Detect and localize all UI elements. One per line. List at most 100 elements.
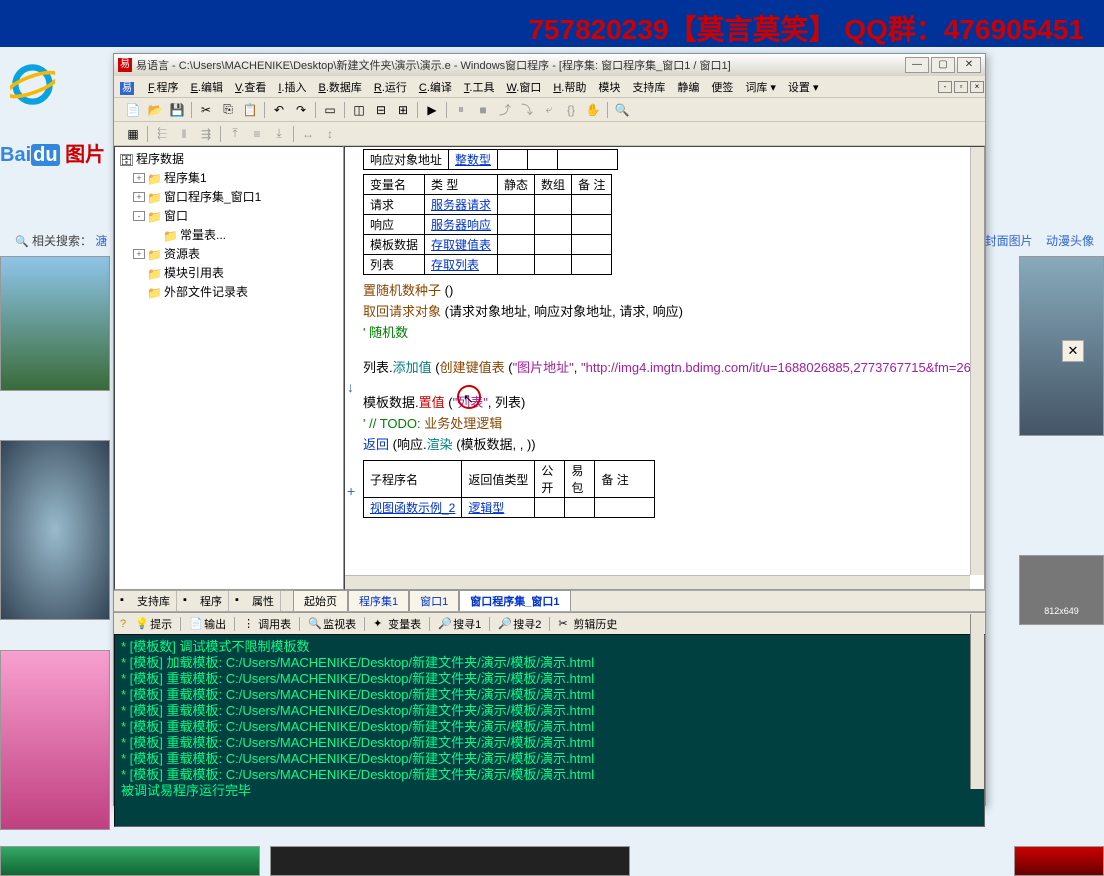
layout1-icon[interactable]: ◫ [349,100,369,120]
cut-icon[interactable]: ✂ [196,100,216,120]
menu-item[interactable]: 设置 ▾ [782,77,825,97]
baidu-bai: Bai [0,144,31,166]
console-tab[interactable]: ✂剪辑历史 [552,614,623,634]
close-panel-button[interactable]: ✕ [1062,340,1084,362]
menu-item[interactable]: R.运行 [368,77,413,97]
undo-icon[interactable]: ↶ [269,100,289,120]
tree-item[interactable]: +📁窗口程序集_窗口1 [117,187,341,206]
bg-image[interactable] [0,440,110,620]
hand-icon[interactable]: ✋ [583,100,603,120]
sub-name[interactable]: 视图函数示例_2 [364,498,462,518]
tree-item[interactable]: 📁模块引用表 [117,263,341,282]
link-cover[interactable]: 封面图片 [985,234,1033,248]
tree-item[interactable]: 📁常量表... [117,225,341,244]
bg-image[interactable] [270,846,630,876]
type-link[interactable]: 服务器请求 [425,195,498,215]
table-row[interactable]: 列表存取列表 [364,255,612,275]
expand-icon[interactable]: + [133,249,145,259]
menu-item[interactable]: 便签 [705,77,739,97]
console-tab[interactable]: 🔍监视表 [302,614,362,634]
table-row[interactable]: 响应服务器响应 [364,215,612,235]
menu-item[interactable]: V.查看 [229,77,272,97]
menu-item[interactable]: W.窗口 [500,77,547,97]
find-icon[interactable]: 🔍 [612,100,632,120]
new-icon[interactable]: 📄 [123,100,143,120]
menu-item[interactable]: F.程序 [142,77,185,97]
type-link[interactable]: 存取列表 [425,255,498,275]
table-row[interactable]: 模板数据存取键值表 [364,235,612,255]
console-tab[interactable]: 📄输出 [183,614,232,634]
table-row[interactable]: 请求服务器请求 [364,195,612,215]
bg-image[interactable] [0,650,110,830]
titlebar[interactable]: 易 易语言 - C:\Users\MACHENIKE\Desktop\新建文件夹… [114,54,985,76]
console-scrollbar[interactable] [970,614,984,789]
ie-icon[interactable] [10,62,55,107]
menu-item[interactable]: H.帮助 [547,77,592,97]
tab-icon: 💡 [135,617,148,630]
menu-item[interactable]: 模块 [592,77,626,97]
help-icon[interactable]: ? [120,618,126,630]
type-link[interactable]: 服务器响应 [425,215,498,235]
console-tab[interactable]: 💡提示 [129,614,178,634]
window-icon[interactable]: ▭ [320,100,340,120]
console-tab[interactable]: 🔎搜寻1 [432,614,487,634]
minimize-button[interactable]: — [905,57,929,73]
type-link[interactable]: 整数型 [449,150,498,170]
close-button[interactable]: ✕ [957,57,981,73]
sub-type[interactable]: 逻辑型 [462,498,535,518]
console-tab[interactable]: 🔎搜寻2 [492,614,547,634]
panel-tab[interactable]: ▪支持库 [114,591,177,611]
copy-icon[interactable]: ⎘ [218,100,238,120]
bg-image[interactable] [1014,846,1104,876]
bg-image[interactable] [0,846,260,876]
expand-icon[interactable]: + [133,173,145,183]
mdi-restore-icon[interactable]: ▫ [954,81,968,93]
layout3-icon[interactable]: ⊞ [393,100,413,120]
expand-icon[interactable]: - [133,211,145,221]
run-icon[interactable]: ▶ [422,100,442,120]
code-editor[interactable]: 响应对象地址整数型 变量名类 型静态数组备 注 请求服务器请求响应服务器响应模板… [344,146,985,590]
bg-image[interactable] [0,256,110,391]
expand-icon[interactable]: + [133,192,145,202]
console-tab[interactable]: ✦变量表 [367,614,427,634]
save-icon[interactable]: 💾 [167,100,187,120]
menu-item[interactable]: T.工具 [458,77,501,97]
tree-root[interactable]: 🗄 程序数据 [117,149,341,168]
code-tab[interactable]: 窗口1 [409,590,459,611]
code-tab[interactable]: 窗口程序集_窗口1 [459,590,570,611]
mdi-close-icon[interactable]: × [970,81,984,93]
mdi-minimize-icon[interactable]: - [938,81,952,93]
menu-item[interactable]: B.数据库 [312,77,367,97]
menu-item[interactable]: 支持库 [626,77,671,97]
tree-item[interactable]: +📁程序集1 [117,168,341,187]
tree-item[interactable]: +📁资源表 [117,244,341,263]
menu-item[interactable]: C.编译 [413,77,458,97]
panel-tab[interactable]: ▪程序 [177,591,229,611]
menu-item[interactable]: I.插入 [272,77,312,97]
code-tab[interactable]: 程序集1 [348,590,409,611]
menu-item[interactable]: 词库 ▾ [739,77,782,97]
bg-image[interactable]: 812x649 [1019,555,1104,625]
panel-tab[interactable]: ▪属性 [229,591,281,611]
tree-item[interactable]: 📁外部文件记录表 [117,282,341,301]
code-tab[interactable]: 起始页 [293,590,348,611]
grid-icon[interactable]: ▦ [123,124,143,144]
layout2-icon[interactable]: ⊟ [371,100,391,120]
link-anime[interactable]: 动漫头像 [1046,234,1094,248]
vertical-scrollbar[interactable] [970,147,984,575]
menu-item[interactable]: 静编 [671,77,705,97]
tree-item[interactable]: -📁窗口 [117,206,341,225]
horizontal-scrollbar[interactable] [345,575,970,589]
plus-icon[interactable]: + [347,483,355,499]
redo-icon[interactable]: ↷ [291,100,311,120]
paste-icon[interactable]: 📋 [240,100,260,120]
type-link[interactable]: 存取键值表 [425,235,498,255]
console-tab[interactable]: ⋮调用表 [237,614,297,634]
maximize-button[interactable]: ▢ [931,57,955,73]
output-console[interactable]: * [模板数] 调试模式不限制模板数* [模板] 加载模板: C:/Users/… [114,634,985,827]
project-tree[interactable]: 🗄 程序数据 +📁程序集1+📁窗口程序集_窗口1-📁窗口📁常量表...+📁资源表… [114,146,344,590]
var-table: 变量名类 型静态数组备 注 请求服务器请求响应服务器响应模板数据存取键值表列表存… [363,174,612,275]
baidu-logo[interactable]: Baidu 图片 [0,138,105,167]
menu-item[interactable]: E.编辑 [185,77,229,97]
open-icon[interactable]: 📂 [145,100,165,120]
